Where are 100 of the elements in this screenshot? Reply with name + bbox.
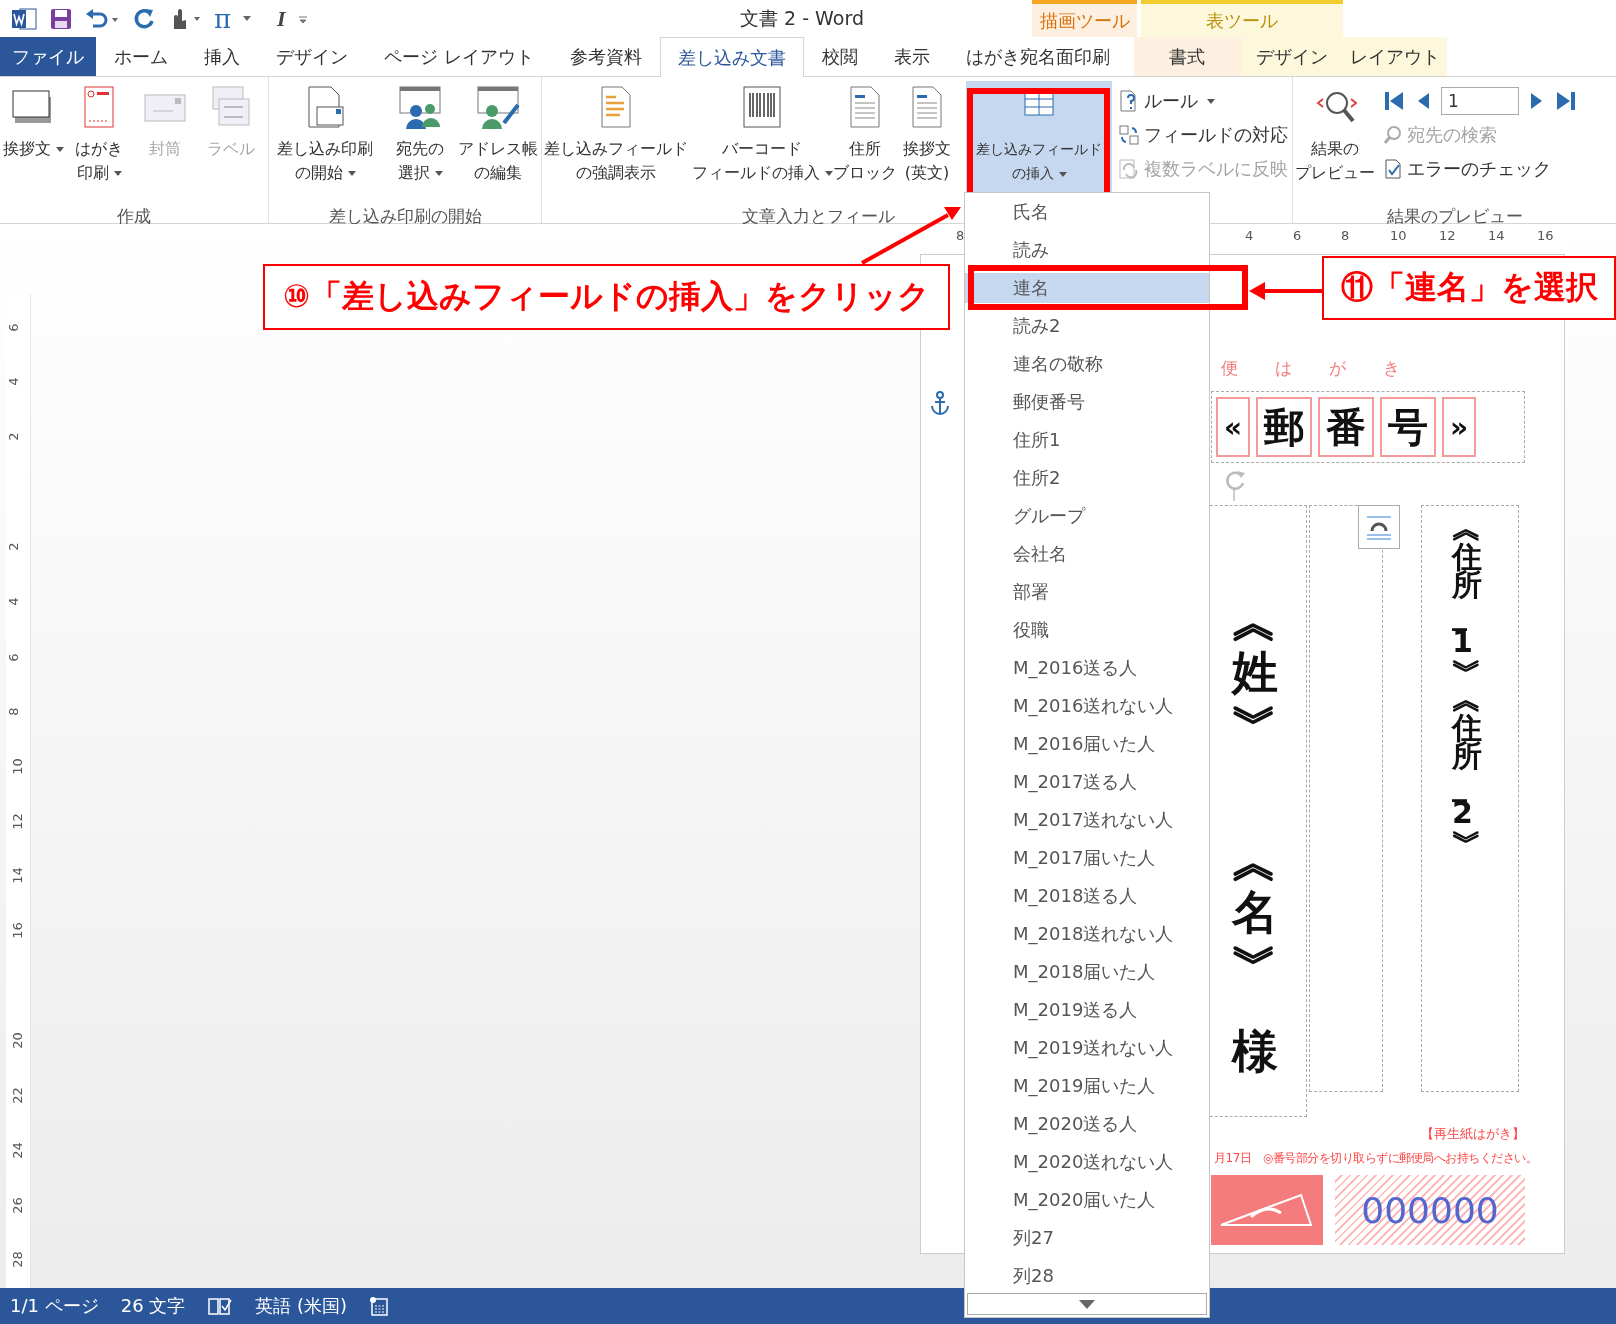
- first-record-icon[interactable]: [1383, 90, 1405, 112]
- ribbon-tab[interactable]: ホーム: [96, 37, 186, 76]
- layout-options-icon[interactable]: [1358, 505, 1400, 549]
- ruler-number: 10: [1390, 228, 1407, 243]
- proofing-book-icon[interactable]: [207, 1296, 234, 1316]
- ruler-number: 12: [1439, 228, 1456, 243]
- caret-icon: [1079, 1299, 1095, 1309]
- person-pencil-icon: [476, 83, 520, 131]
- ribbon-button[interactable]: 挨拶文: [0, 81, 66, 205]
- undo-icon[interactable]: [84, 7, 120, 30]
- menu-item[interactable]: M_2017送れない人: [965, 805, 1209, 835]
- postal-code-box: «: [1216, 397, 1250, 457]
- ribbon-small-button[interactable]: フィールドの対応: [1118, 121, 1288, 149]
- ruler-number: 26: [9, 1197, 25, 1214]
- caret-icon: [1058, 171, 1067, 177]
- ruler-number: 14: [9, 867, 25, 884]
- last-record-icon[interactable]: [1555, 90, 1577, 112]
- menu-item[interactable]: 読み2: [965, 311, 1209, 341]
- menu-item[interactable]: 住所1: [965, 425, 1209, 455]
- ribbon-tab[interactable]: 挿入: [186, 37, 258, 76]
- menu-item[interactable]: 連名: [965, 273, 1209, 303]
- ruler-number: 2: [5, 432, 21, 441]
- ribbon-tab[interactable]: レイアウト: [1343, 37, 1447, 76]
- ribbon-button[interactable]: アドレス帳 の編集: [459, 81, 537, 205]
- people-icon: [398, 83, 442, 131]
- italic-button[interactable]: I: [277, 5, 286, 32]
- ruler-number: 6: [1293, 228, 1302, 243]
- record-number-field[interactable]: 1: [1441, 87, 1519, 115]
- menu-item[interactable]: 会社名: [965, 539, 1209, 569]
- word-count[interactable]: 26 文字: [120, 1294, 186, 1318]
- ribbon-button[interactable]: はがき 印刷: [66, 81, 132, 205]
- barcode-icon: [740, 83, 784, 131]
- ribbon-tab[interactable]: ファイル: [0, 37, 96, 76]
- given-name-field: ︽名︾: [1232, 836, 1278, 988]
- menu-item[interactable]: M_2019送る人: [965, 995, 1209, 1025]
- context-tab-header: 描画ツール: [1032, 0, 1137, 37]
- lottery-number-box: 000000: [1335, 1175, 1525, 1245]
- menu-item[interactable]: 住所2: [965, 463, 1209, 493]
- ruler-number: 22: [9, 1087, 25, 1104]
- ruler-number: 4: [5, 377, 21, 386]
- menu-item[interactable]: M_2016送れない人: [965, 691, 1209, 721]
- menu-item[interactable]: M_2020届いた人: [965, 1185, 1209, 1215]
- ribbon-tab[interactable]: 差し込み文書: [659, 37, 804, 77]
- ribbon-button[interactable]: 結果の プレビュー: [1293, 81, 1377, 205]
- menu-item[interactable]: グループ: [965, 501, 1209, 531]
- postal-code-box: 番: [1318, 397, 1374, 457]
- ribbon-button[interactable]: 住所 ブロック: [834, 81, 896, 205]
- menu-item[interactable]: 列27: [965, 1223, 1209, 1253]
- swap-icon: [1118, 124, 1140, 146]
- menu-item[interactable]: 列28: [965, 1261, 1209, 1291]
- menu-item[interactable]: M_2017送る人: [965, 767, 1209, 797]
- ribbon-tab[interactable]: 校閲: [803, 37, 876, 76]
- ribbon-tab[interactable]: 表示: [875, 37, 948, 76]
- document-check-icon: [1383, 159, 1403, 179]
- ribbon-tab[interactable]: 書式: [1133, 37, 1241, 76]
- language-indicator[interactable]: 英語 (米国): [255, 1294, 348, 1318]
- save-icon[interactable]: [50, 7, 72, 30]
- callout-annotation: ⑪「連名」を選択: [1322, 256, 1616, 320]
- ribbon-button[interactable]: 差し込みフィールド の強調表示: [542, 81, 690, 205]
- honorific-text: 様: [1232, 1026, 1278, 1077]
- ribbon-tab[interactable]: ページ レイアウト: [366, 37, 552, 76]
- ribbon-small-button[interactable]: ルール: [1118, 87, 1288, 115]
- menu-item[interactable]: M_2019送れない人: [965, 1033, 1209, 1063]
- menu-item[interactable]: 読み: [965, 235, 1209, 265]
- menu-item[interactable]: M_2016送る人: [965, 653, 1209, 683]
- ribbon-small-button[interactable]: エラーのチェック: [1383, 155, 1577, 183]
- menu-item[interactable]: 役職: [965, 615, 1209, 645]
- ribbon-tab[interactable]: デザイン: [1240, 37, 1344, 76]
- customize-icon[interactable]: [297, 13, 308, 24]
- calculator-icon[interactable]: [369, 1296, 390, 1316]
- menu-item[interactable]: 連名の敬称: [965, 349, 1209, 379]
- caret-icon: [113, 171, 122, 176]
- menu-item[interactable]: 部署: [965, 577, 1209, 607]
- ribbon-button[interactable]: バーコード フィールドの挿入: [690, 81, 834, 205]
- menu-item[interactable]: M_2020送る人: [965, 1109, 1209, 1139]
- menu-item[interactable]: M_2017届いた人: [965, 843, 1209, 873]
- ribbon-button[interactable]: 宛先の 選択: [381, 81, 459, 205]
- postal-code-box: »: [1442, 397, 1476, 457]
- menu-item[interactable]: M_2020送れない人: [965, 1147, 1209, 1177]
- ruler-number: 20: [9, 1032, 25, 1049]
- ruler-number: 10: [9, 758, 25, 775]
- ruler-number: 8: [5, 707, 21, 716]
- ruler-number: 8: [956, 228, 965, 243]
- menu-item[interactable]: M_2018届いた人: [965, 957, 1209, 987]
- menu-item[interactable]: 郵便番号: [965, 387, 1209, 417]
- word-logo-icon[interactable]: [12, 6, 38, 31]
- menu-item[interactable]: M_2016届いた人: [965, 729, 1209, 759]
- redo-icon[interactable]: [132, 6, 156, 31]
- ribbon-button[interactable]: 挨拶文 (英文): [896, 81, 958, 205]
- ribbon-tab[interactable]: 参考資料: [551, 37, 660, 76]
- menu-item[interactable]: M_2019届いた人: [965, 1071, 1209, 1101]
- ribbon-group-label: 差し込み印刷の開始: [328, 206, 482, 226]
- menu-item[interactable]: M_2018送れない人: [965, 919, 1209, 949]
- page-count[interactable]: 1/1 ページ: [10, 1294, 99, 1318]
- menu-item[interactable]: M_2018送る人: [965, 881, 1209, 911]
- ribbon-button[interactable]: 差し込み印刷 の開始: [269, 81, 381, 205]
- equation-button[interactable]: π: [214, 3, 232, 34]
- recycled-paper-note: 【再生紙はがき】: [1421, 1125, 1525, 1143]
- ribbon-tab[interactable]: デザイン: [258, 37, 366, 76]
- ribbon-tab[interactable]: はがき宛名面印刷: [947, 37, 1128, 76]
